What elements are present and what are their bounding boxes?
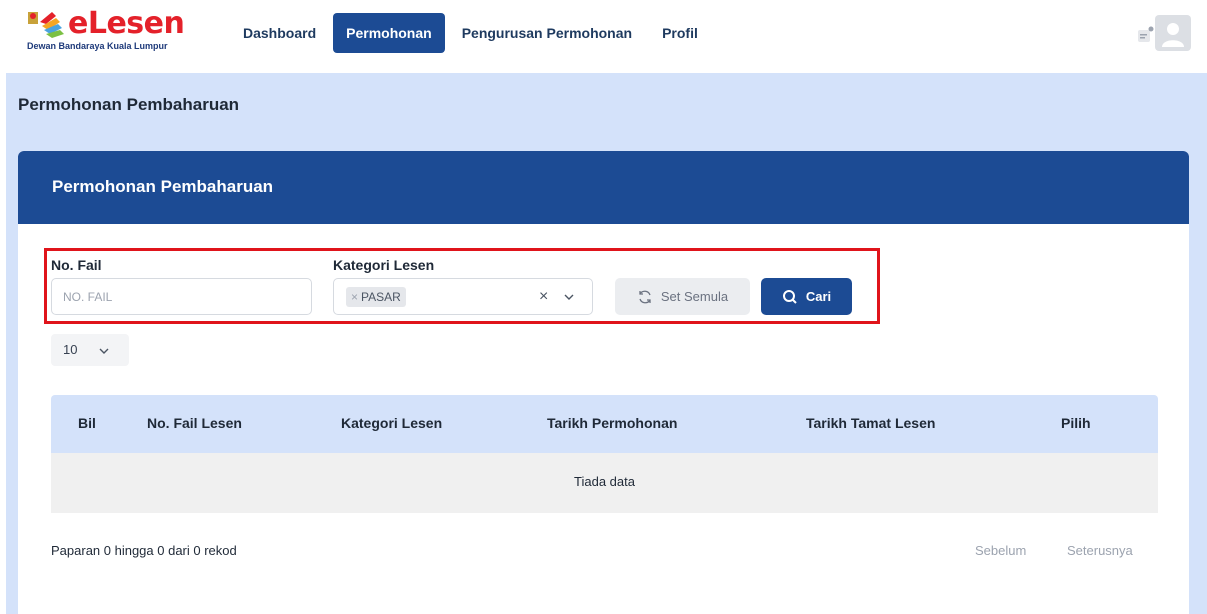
nav-pengurusan-permohonan[interactable]: Pengurusan Permohonan [449,13,645,53]
chevron-down-icon [99,348,109,354]
column-header: Kategori Lesen [341,415,443,431]
brand-logo[interactable]: eLesen Dewan Bandaraya Kuala Lumpur [26,6,206,56]
renewal-table: Bil No. Fail Lesen Kategori Lesen Tarikh… [51,395,1158,513]
nav-profil[interactable]: Profil [649,13,711,53]
column-header: Tarikh Tamat Lesen [806,415,936,431]
next-page-button[interactable]: Seterusnya [1067,543,1133,558]
previous-page-button[interactable]: Sebelum [975,543,1026,558]
page-title: Permohonan Pembaharuan [18,95,240,114]
table-body: Tiada data [51,453,1158,513]
card-header: Permohonan Pembaharuan [18,151,1189,224]
dbkl-crest-icon [28,12,64,38]
notification-icon[interactable] [1135,25,1155,45]
filter-highlight-box [44,248,880,324]
user-icon [1162,23,1184,47]
nav-permohonan[interactable]: Permohonan [333,13,445,53]
card-title: Permohonan Pembaharuan [52,177,274,196]
pagination-info: Paparan 0 hingga 0 dari 0 rekod [51,543,237,558]
top-navbar: eLesen Dewan Bandaraya Kuala Lumpur Dash… [0,0,1207,73]
empty-state-text: Tiada data [574,474,635,489]
brand-subtitle: Dewan Bandaraya Kuala Lumpur [27,41,168,51]
column-header: Bil [78,415,96,431]
nav-dashboard[interactable]: Dashboard [230,13,329,53]
page-size-value: 10 [63,342,78,357]
main-nav: Dashboard Permohonan Pengurusan Permohon… [230,13,715,53]
column-header: Tarikh Permohonan [547,415,678,431]
user-avatar[interactable] [1155,15,1191,51]
table-header: Bil No. Fail Lesen Kategori Lesen Tarikh… [51,395,1158,453]
column-header: Pilih [1061,415,1091,431]
column-header: No. Fail Lesen [147,415,242,431]
page-size-select[interactable]: 10 [51,334,129,366]
brand-name: eLesen [68,6,185,41]
